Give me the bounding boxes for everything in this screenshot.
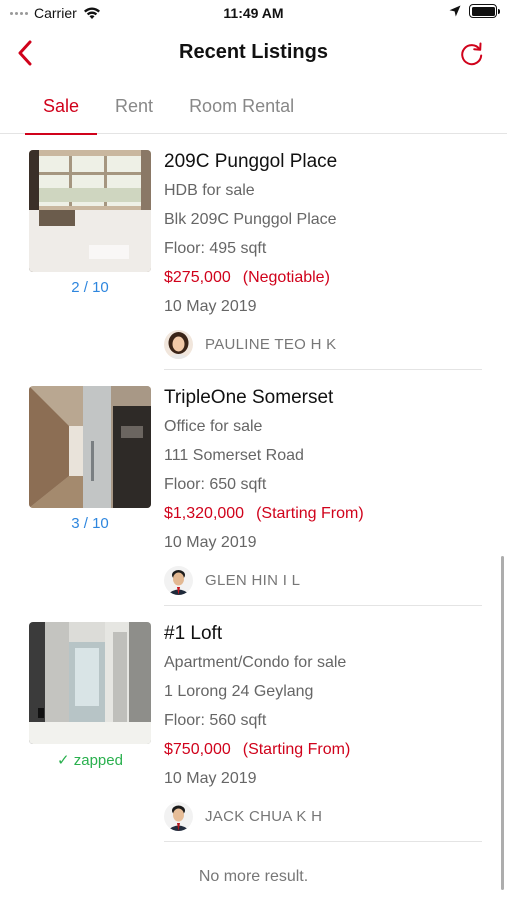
listing-date: 10 May 2019 <box>164 298 257 315</box>
listing-type: Office for sale <box>164 418 263 435</box>
scrollbar[interactable] <box>501 556 504 890</box>
list-item[interactable]: ✓ zapped #1 Loft Apartment/Condo for sal… <box>0 606 507 842</box>
listing-date: 10 May 2019 <box>164 534 257 551</box>
agent-row[interactable]: JACK CHUA K H <box>164 800 484 832</box>
listings-list[interactable]: 2 / 10 209C Punggol Place HDB for sale B… <box>0 134 507 900</box>
agent-row[interactable]: PAULINE TEO H K <box>164 328 484 360</box>
agent-row[interactable]: GLEN HIN I L <box>164 564 484 596</box>
listing-type-tabs: Sale Rent Room Rental <box>0 80 507 135</box>
listing-price-row: $750,000 (Starting From) <box>164 739 484 768</box>
zapped-status: ✓ zapped <box>57 752 123 769</box>
tab-room-rental[interactable]: Room Rental <box>171 80 312 134</box>
refresh-button[interactable] <box>457 39 487 69</box>
photo-count: 3 / 10 <box>71 515 109 532</box>
avatar <box>164 329 193 359</box>
listing-price-row: $275,000 (Negotiable) <box>164 267 484 296</box>
photo-count: 2 / 10 <box>71 279 109 296</box>
list-item[interactable]: 2 / 10 209C Punggol Place HDB for sale B… <box>0 134 507 370</box>
listing-info: 209C Punggol Place HDB for sale Blk 209C… <box>164 150 484 360</box>
listing-price: $275,000 <box>164 269 231 286</box>
avatar <box>164 801 193 831</box>
agent-name: JACK CHUA K H <box>205 807 323 825</box>
tab-sale[interactable]: Sale <box>25 80 98 135</box>
listing-info: #1 Loft Apartment/Condo for sale 1 Loron… <box>164 622 484 832</box>
status-bar: Carrier 11:49 AM <box>0 0 507 28</box>
listing-title: TripleOne Somerset <box>164 387 334 408</box>
page-title: Recent Listings <box>179 41 328 63</box>
listing-type: HDB for sale <box>164 182 255 199</box>
listing-title: 209C Punggol Place <box>164 151 338 172</box>
avatar <box>164 565 193 595</box>
listing-price: $750,000 <box>164 741 231 758</box>
listing-price: $1,320,000 <box>164 505 245 522</box>
list-item[interactable]: 3 / 10 TripleOne Somerset Office for sal… <box>0 370 507 606</box>
nav-bar: Recent Listings <box>0 28 507 80</box>
status-time: 11:49 AM <box>223 5 284 21</box>
listing-floor-size: Floor: 650 sqft <box>164 476 267 493</box>
listing-floor-size: Floor: 560 sqft <box>164 712 267 729</box>
no-more-results: No more result. <box>198 868 309 885</box>
listing-address: 111 Somerset Road <box>164 447 304 464</box>
listing-floor-size: Floor: 495 sqft <box>164 240 267 257</box>
divider <box>164 841 482 842</box>
listing-date: 10 May 2019 <box>164 770 257 787</box>
agent-name: GLEN HIN I L <box>205 571 301 589</box>
price-note: (Negotiable) <box>242 269 330 286</box>
refresh-icon <box>461 42 483 66</box>
listing-photo[interactable] <box>29 386 151 508</box>
listing-photo[interactable] <box>29 622 151 744</box>
location-arrow-icon <box>449 5 461 17</box>
listing-address: Blk 209C Punggol Place <box>164 211 337 228</box>
listing-type: Apartment/Condo for sale <box>164 654 347 671</box>
listing-price-row: $1,320,000 (Starting From) <box>164 503 484 532</box>
listing-address: 1 Lorong 24 Geylang <box>164 683 314 700</box>
price-note: (Starting From) <box>242 741 351 758</box>
listing-title: #1 Loft <box>164 623 223 644</box>
agent-name: PAULINE TEO H K <box>205 335 337 353</box>
status-right <box>449 4 500 18</box>
listing-info: TripleOne Somerset Office for sale 111 S… <box>164 386 484 596</box>
battery-icon <box>469 4 500 18</box>
tab-rent[interactable]: Rent <box>97 80 171 134</box>
listing-photo[interactable] <box>29 150 151 272</box>
price-note: (Starting From) <box>256 505 364 522</box>
